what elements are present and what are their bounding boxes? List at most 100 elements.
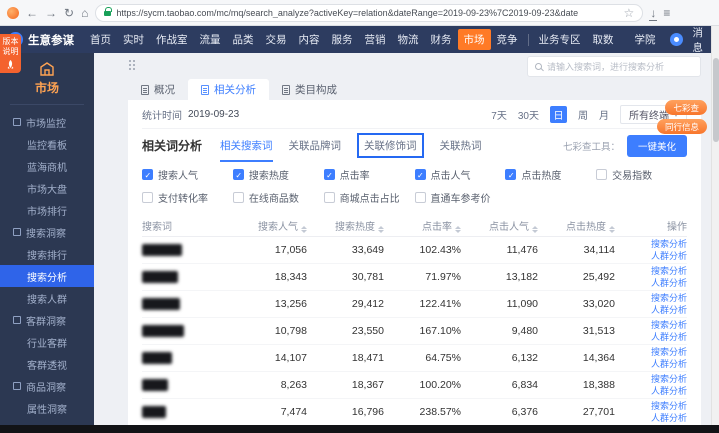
browser-menu-icon[interactable]: ≡ bbox=[663, 7, 670, 19]
nav-item-service[interactable]: 服务 bbox=[326, 29, 359, 50]
nav-item-academy[interactable]: 学院 bbox=[628, 29, 661, 50]
message-label[interactable]: 消息 bbox=[692, 25, 711, 55]
range-month[interactable]: 月 bbox=[599, 107, 609, 122]
search-analyze-link[interactable]: 搜索分析 bbox=[651, 401, 687, 412]
checkbox-icon[interactable] bbox=[233, 192, 244, 203]
metric-online-products[interactable]: 在线商品数 bbox=[233, 190, 324, 205]
audience-analyze-link[interactable]: 人群分析 bbox=[651, 332, 687, 343]
range-day[interactable]: 日 bbox=[550, 106, 567, 123]
sidebar-item-industry-audience[interactable]: 行业客群 bbox=[0, 331, 94, 353]
download-icon[interactable]: ↓ bbox=[650, 7, 656, 19]
sidebar-item-market-rank[interactable]: 市场排行 bbox=[0, 199, 94, 221]
wordtab-hot[interactable]: 关联热词 bbox=[440, 138, 482, 153]
refresh-icon[interactable]: ↻ bbox=[64, 7, 74, 19]
message-icon[interactable] bbox=[670, 33, 683, 46]
sidebar-item-market-overview[interactable]: 市场大盘 bbox=[0, 177, 94, 199]
home-icon[interactable]: ⌂ bbox=[81, 7, 88, 19]
audience-analyze-link[interactable]: 人群分析 bbox=[651, 359, 687, 370]
nav-item-compete[interactable]: 竞争 bbox=[491, 29, 524, 50]
nav-item-home[interactable]: 首页 bbox=[84, 29, 117, 50]
sidebar-item-audience-insight[interactable]: 客群洞察 bbox=[0, 309, 94, 331]
nav-item-logistics[interactable]: 物流 bbox=[392, 29, 425, 50]
metric-search-popularity[interactable]: 搜索人气 bbox=[142, 167, 233, 182]
sidebar-item-audience-view[interactable]: 客群透视 bbox=[0, 353, 94, 375]
checkbox-checked-icon[interactable] bbox=[324, 169, 335, 180]
search-analyze-link[interactable]: 搜索分析 bbox=[651, 293, 687, 304]
bookmark-star-icon[interactable]: ☆ bbox=[624, 7, 635, 19]
scrollbar-track[interactable] bbox=[711, 26, 719, 425]
nav-item-finance[interactable]: 财务 bbox=[425, 29, 458, 50]
metric-click-heat[interactable]: 点击热度 bbox=[505, 167, 596, 182]
metric-search-heat[interactable]: 搜索热度 bbox=[233, 167, 324, 182]
checkbox-icon[interactable] bbox=[142, 192, 153, 203]
search-analyze-link[interactable]: 搜索分析 bbox=[651, 347, 687, 358]
col-search-popularity[interactable]: 搜索人气 bbox=[230, 218, 307, 233]
nav-item-category[interactable]: 品类 bbox=[227, 29, 260, 50]
range-30d[interactable]: 30天 bbox=[518, 107, 539, 122]
nav-item-market[interactable]: 市场 bbox=[458, 29, 491, 50]
browser-logo-icon[interactable] bbox=[7, 7, 19, 19]
search-analyze-link[interactable]: 搜索分析 bbox=[651, 239, 687, 250]
sidebar-item-market-monitor[interactable]: 市场监控 bbox=[0, 111, 94, 133]
col-click-popularity[interactable]: 点击人气 bbox=[461, 218, 538, 233]
sidebar-item-search-insight[interactable]: 搜索洞察 bbox=[0, 221, 94, 243]
sidebar-item-monitor-board[interactable]: 监控看板 bbox=[0, 133, 94, 155]
forward-icon[interactable]: → bbox=[45, 7, 57, 19]
sidebar-item-search-analyze[interactable]: 搜索分析 bbox=[0, 265, 94, 287]
checkbox-checked-icon[interactable] bbox=[505, 169, 516, 180]
audience-analyze-link[interactable]: 人群分析 bbox=[651, 251, 687, 262]
search-analyze-link[interactable]: 搜索分析 bbox=[651, 320, 687, 331]
nav-item-bizzone[interactable]: 业务专区 bbox=[532, 29, 586, 50]
audience-analyze-link[interactable]: 人群分析 bbox=[651, 413, 687, 424]
nav-item-realtime[interactable]: 实时 bbox=[117, 29, 150, 50]
checkbox-icon[interactable] bbox=[324, 192, 335, 203]
stat-time-value[interactable]: 2019-09-23 bbox=[188, 109, 239, 120]
sidebar-item-product-insight[interactable]: 商品洞察 bbox=[0, 375, 94, 397]
col-search-heat[interactable]: 搜索热度 bbox=[307, 218, 384, 233]
checkbox-icon[interactable] bbox=[596, 169, 607, 180]
nav-item-qushu[interactable]: 取数 bbox=[586, 29, 619, 50]
metric-mall-click-share[interactable]: 商城点击占比 bbox=[324, 190, 415, 205]
audience-analyze-link[interactable]: 人群分析 bbox=[651, 278, 687, 289]
metric-pay-conversion[interactable]: 支付转化率 bbox=[142, 190, 233, 205]
search-analyze-link[interactable]: 搜索分析 bbox=[651, 266, 687, 277]
metric-click-rate[interactable]: 点击率 bbox=[324, 167, 415, 182]
sidebar-item-attribute-insight[interactable]: 属性洞察 bbox=[0, 397, 94, 419]
wordtab-modifier[interactable]: 关联修饰词 bbox=[357, 133, 424, 158]
audience-analyze-link[interactable]: 人群分析 bbox=[651, 305, 687, 316]
checkbox-checked-icon[interactable] bbox=[233, 169, 244, 180]
sidebar-item-search-audience[interactable]: 搜索人群 bbox=[0, 287, 94, 309]
tab-overview[interactable]: 概况 bbox=[128, 79, 188, 100]
metric-click-popularity[interactable]: 点击人气 bbox=[415, 167, 506, 182]
metric-ztc-ref-price[interactable]: 直通车参考价 bbox=[415, 190, 506, 205]
tab-category-compose[interactable]: 类目构成 bbox=[269, 79, 350, 100]
sidebar-item-blueocean[interactable]: 蓝海商机 bbox=[0, 155, 94, 177]
search-input[interactable] bbox=[547, 62, 693, 72]
peer-info-pill[interactable]: 同行信息 bbox=[657, 119, 707, 134]
checkbox-checked-icon[interactable] bbox=[142, 169, 153, 180]
drag-handle-icon[interactable] bbox=[129, 60, 131, 62]
wordtab-brand[interactable]: 关联品牌词 bbox=[289, 138, 342, 153]
metric-trade-index[interactable]: 交易指数 bbox=[596, 167, 687, 182]
qicaicha-pill[interactable]: 七彩查 bbox=[665, 100, 707, 115]
nav-item-trade[interactable]: 交易 bbox=[260, 29, 293, 50]
range-7d[interactable]: 7天 bbox=[491, 107, 507, 122]
back-icon[interactable]: ← bbox=[26, 7, 38, 19]
address-bar[interactable]: https://sycm.taobao.com/mc/mq/search_ana… bbox=[95, 4, 643, 22]
sidebar-item-search-rank[interactable]: 搜索排行 bbox=[0, 243, 94, 265]
scrollbar-thumb[interactable] bbox=[713, 58, 719, 142]
audience-analyze-link[interactable]: 人群分析 bbox=[651, 386, 687, 397]
nav-item-warroom[interactable]: 作战室 bbox=[150, 29, 194, 50]
checkbox-icon[interactable] bbox=[415, 192, 426, 203]
tab-relation-analyze[interactable]: 相关分析 bbox=[188, 79, 269, 100]
nav-item-content[interactable]: 内容 bbox=[293, 29, 326, 50]
checkbox-checked-icon[interactable] bbox=[415, 169, 426, 180]
search-analyze-link[interactable]: 搜索分析 bbox=[651, 374, 687, 385]
col-click-heat[interactable]: 点击热度 bbox=[538, 218, 615, 233]
nav-item-traffic[interactable]: 流量 bbox=[194, 29, 227, 50]
version-badge[interactable]: 版本说明 bbox=[0, 34, 21, 73]
beautify-button[interactable]: 一键美化 bbox=[627, 135, 687, 157]
wordtab-related-search[interactable]: 相关搜索词 bbox=[220, 138, 273, 153]
nav-item-marketing[interactable]: 营销 bbox=[359, 29, 392, 50]
col-click-rate[interactable]: 点击率 bbox=[384, 218, 461, 233]
